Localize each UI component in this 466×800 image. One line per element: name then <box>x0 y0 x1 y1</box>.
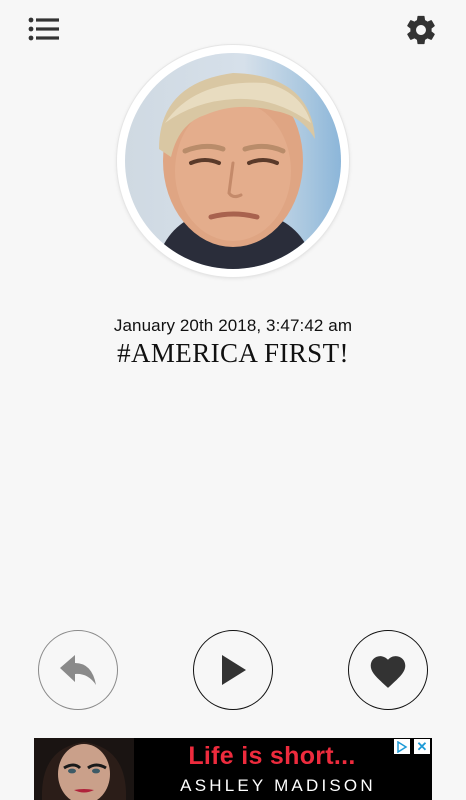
ad-model-image <box>34 738 134 800</box>
play-icon <box>222 655 246 685</box>
reply-icon <box>60 655 96 685</box>
reply-button[interactable] <box>38 630 118 710</box>
avatar-ring <box>117 45 349 277</box>
menu-button[interactable] <box>24 12 64 46</box>
ad-close-icon[interactable]: ✕ <box>414 739 430 754</box>
ad-banner[interactable]: Life is short... ASHLEY MADISON ✕ <box>34 738 432 800</box>
avatar[interactable] <box>125 53 341 269</box>
ad-headline: Life is short... <box>188 742 356 770</box>
adchoices-icon[interactable] <box>394 739 410 754</box>
gear-icon <box>407 15 435 45</box>
like-button[interactable] <box>348 630 428 710</box>
post-timestamp: January 20th 2018, 3:47:42 am <box>113 316 353 335</box>
list-menu-icon <box>28 17 59 41</box>
post-text: #AMERICA FIRST! <box>117 338 349 368</box>
settings-button[interactable] <box>399 8 443 52</box>
heart-icon <box>370 656 406 688</box>
portrait-photo <box>155 73 315 269</box>
ad-brand: ASHLEY MADISON <box>180 776 376 795</box>
play-button[interactable] <box>193 630 273 710</box>
